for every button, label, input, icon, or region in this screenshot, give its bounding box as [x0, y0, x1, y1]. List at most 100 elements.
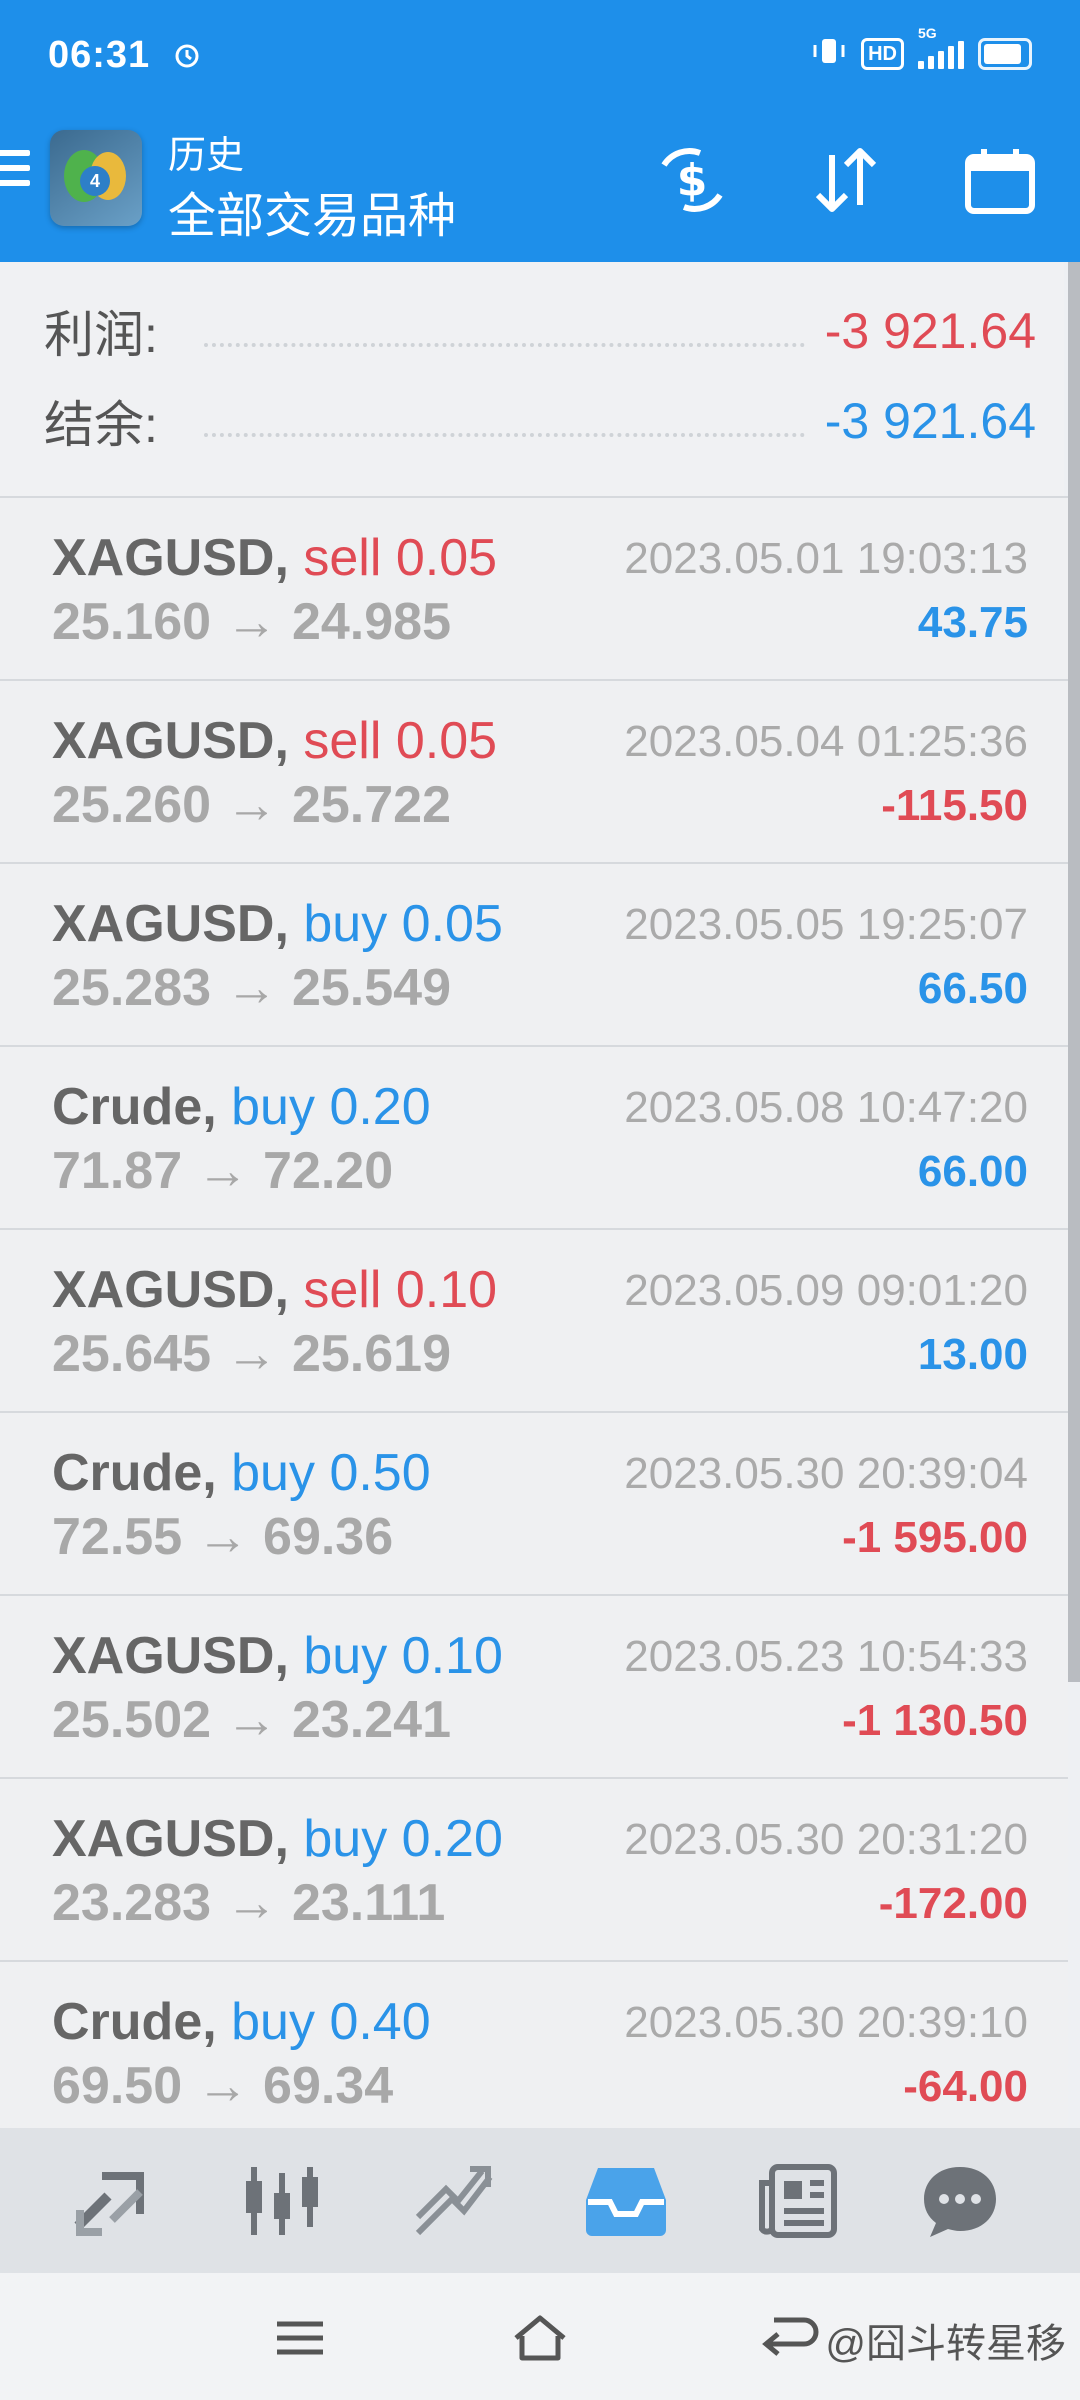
- app-header: 06:31 HD 5G 4 历史 全部交易品种 $: [0, 0, 1080, 262]
- trade-symbol: XAGUSD,: [52, 895, 289, 953]
- trade-time: 2023.05.01 19:03:13: [624, 534, 1028, 583]
- trade-time: 2023.05.09 09:01:20: [624, 1266, 1028, 1315]
- trade-time: 2023.05.30 20:39:10: [624, 1998, 1028, 2047]
- trade-volume: 0.10: [401, 1627, 503, 1685]
- scrollbar[interactable]: [1068, 262, 1080, 1682]
- trade-symbol-line: XAGUSD, buy 0.05: [52, 894, 503, 954]
- balance-label: 结余:: [44, 397, 158, 453]
- trade-time: 2023.05.30 20:39:04: [624, 1449, 1028, 1498]
- calendar-icon[interactable]: [960, 140, 1040, 220]
- signal-icon: 5G: [918, 25, 964, 69]
- trade-row[interactable]: XAGUSD, sell 0.05 25.260 → 25.722 2023.05.…: [0, 679, 1068, 862]
- trade-time: 2023.05.23 10:54:33: [624, 1632, 1028, 1681]
- trade-symbol-line: XAGUSD, buy 0.20: [52, 1809, 503, 1869]
- battery-icon: [978, 37, 1032, 70]
- trade-side: buy: [231, 1993, 315, 2051]
- dotted-leader: [204, 343, 805, 347]
- metatrader-logo: 4: [50, 130, 142, 226]
- trade-volume: 0.20: [401, 1810, 503, 1868]
- trade-profit: 66.50: [917, 964, 1028, 1013]
- profit-value: -3 921.64: [824, 303, 1036, 359]
- trade-prices: 25.260 → 25.722: [52, 776, 451, 834]
- trade-profit: 66.00: [917, 1147, 1028, 1196]
- profit-row: 利润: -3 921.64: [44, 296, 1036, 366]
- trade-prices: 25.283 → 25.549: [52, 959, 451, 1017]
- back-icon[interactable]: [750, 2303, 830, 2373]
- bottom-navigation: [0, 2128, 1080, 2273]
- trade-side: buy: [303, 1627, 388, 1685]
- profit-label: 利润:: [44, 307, 158, 363]
- hd-badge: HD: [861, 37, 904, 70]
- trade-volume: 0.10: [395, 1261, 498, 1319]
- trade-history-list[interactable]: XAGUSD, sell 0.05 25.160 → 24.985 2023.05.…: [0, 496, 1068, 2143]
- dollar-refresh-icon[interactable]: $: [650, 140, 734, 220]
- trade-side: buy: [303, 895, 388, 953]
- trade-profit: -115.50: [881, 781, 1028, 830]
- trade-row[interactable]: XAGUSD, sell 0.05 25.160 → 24.985 2023.05.…: [0, 496, 1068, 679]
- trade-profit: 43.75: [917, 598, 1028, 647]
- header-subtitle: 历史: [168, 135, 245, 177]
- status-bar: 06:31 HD 5G: [0, 0, 1080, 110]
- trade-row[interactable]: Crude, buy 0.50 72.55 → 69.36 2023.05.30 2…: [0, 1411, 1068, 1594]
- trade-side: sell: [303, 1261, 382, 1319]
- recents-icon[interactable]: [260, 2303, 340, 2373]
- scrollbar-thumb[interactable]: [1068, 262, 1080, 1682]
- trade-symbol-line: Crude, buy 0.40: [52, 1992, 431, 2052]
- vibrate-icon: [811, 36, 847, 71]
- trade-symbol-line: XAGUSD, sell 0.10: [52, 1260, 497, 1320]
- trade-volume: 0.05: [395, 712, 498, 770]
- trade-side: sell: [303, 529, 382, 587]
- trade-symbol: XAGUSD,: [52, 529, 289, 587]
- trade-symbol-line: Crude, buy 0.20: [52, 1077, 431, 1137]
- trade-row[interactable]: Crude, buy 0.20 71.87 → 72.20 2023.05.08 1…: [0, 1045, 1068, 1228]
- trade-volume: 0.05: [395, 529, 498, 587]
- svg-text:$: $: [677, 155, 708, 206]
- trade-row[interactable]: XAGUSD, buy 0.05 25.283 → 25.549 2023.05.0…: [0, 862, 1068, 1045]
- menu-icon[interactable]: [0, 150, 30, 195]
- history-icon[interactable]: [546, 2128, 706, 2273]
- trade-symbol: XAGUSD,: [52, 1261, 289, 1319]
- sort-icon[interactable]: [806, 140, 886, 220]
- trade-symbol-line: Crude, buy 0.50: [52, 1443, 431, 1503]
- trade-profit: 13.00: [917, 1330, 1028, 1379]
- system-navigation-bar: @囧斗转星移: [0, 2273, 1080, 2400]
- trade-symbol: Crude,: [52, 1444, 217, 1502]
- trade-side: buy: [231, 1444, 315, 1502]
- trade-symbol: XAGUSD,: [52, 1627, 289, 1685]
- chart-icon[interactable]: [202, 2128, 362, 2273]
- chat-icon[interactable]: [880, 2128, 1040, 2273]
- trade-prices: 72.55 → 69.36: [52, 1508, 394, 1566]
- trade-volume: 0.05: [401, 895, 503, 953]
- trade-volume: 0.50: [329, 1444, 431, 1502]
- trade-profit: -1 595.00: [842, 1513, 1028, 1562]
- trade-row[interactable]: XAGUSD, sell 0.10 25.645 → 25.619 2023.05.…: [0, 1228, 1068, 1411]
- status-time: 06:31: [48, 34, 151, 76]
- trade-prices: 25.645 → 25.619: [52, 1325, 451, 1383]
- trade-row[interactable]: Crude, buy 0.40 69.50 → 69.34 2023.05.30 2…: [0, 1960, 1068, 2143]
- trade-prices: 69.50 → 69.34: [52, 2057, 394, 2115]
- home-icon[interactable]: [500, 2303, 580, 2373]
- news-icon[interactable]: [718, 2128, 878, 2273]
- signal-label: 5G: [918, 24, 937, 41]
- trade-side: buy: [303, 1810, 388, 1868]
- watermark: @囧斗转星移: [825, 2322, 1066, 2366]
- header-title[interactable]: 全部交易品种: [168, 176, 456, 246]
- trade-symbol-line: XAGUSD, sell 0.05: [52, 528, 497, 588]
- trade-row[interactable]: XAGUSD, buy 0.10 25.502 → 23.241 2023.05.2…: [0, 1594, 1068, 1777]
- quotes-icon[interactable]: [30, 2128, 190, 2273]
- trade-volume: 0.20: [329, 1078, 431, 1136]
- trade-symbol: Crude,: [52, 1078, 217, 1136]
- trade-profit: -64.00: [903, 2062, 1028, 2111]
- trade-volume: 0.40: [329, 1993, 431, 2051]
- trade-symbol: Crude,: [52, 1993, 217, 2051]
- trade-side: buy: [231, 1078, 315, 1136]
- trade-side: sell: [303, 712, 382, 770]
- balance-row: 结余: -3 921.64: [44, 386, 1036, 456]
- trade-symbol-line: XAGUSD, sell 0.05: [52, 711, 497, 771]
- trade-row[interactable]: XAGUSD, buy 0.20 23.283 → 23.111 2023.05.3…: [0, 1777, 1068, 1960]
- trade-prices: 25.502 → 23.241: [52, 1691, 451, 1749]
- trade-prices: 23.283 → 23.111: [52, 1874, 446, 1932]
- balance-value: -3 921.64: [824, 393, 1036, 449]
- trade-time: 2023.05.30 20:31:20: [624, 1815, 1028, 1864]
- trade-icon[interactable]: [374, 2128, 534, 2273]
